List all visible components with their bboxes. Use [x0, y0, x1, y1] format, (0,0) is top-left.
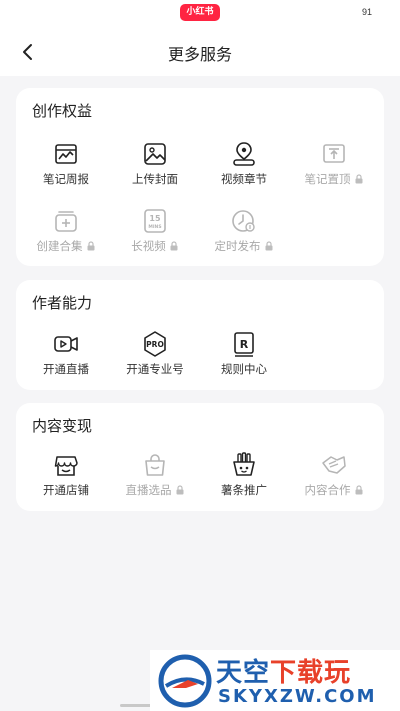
page-title: 更多服务: [167, 45, 232, 64]
video-chapter-icon: [229, 139, 259, 169]
image-upload-icon: [140, 139, 170, 169]
pin-top-icon: [319, 139, 349, 169]
status-bar: 小红书 91: [0, 0, 400, 26]
service-label: 定时发布: [214, 239, 261, 253]
section-title: 内容变现: [32, 417, 93, 435]
service-label: 规则中心: [221, 362, 267, 376]
service-create-collection[interactable]: 创建合集: [20, 206, 112, 264]
section-title: 创作权益: [32, 102, 93, 120]
collection-icon: [51, 206, 81, 236]
section-content-monetization: 内容变现 开通店铺 直播选品 薯条推广 内容合作: [16, 403, 384, 511]
watermark-main-right: 下载玩: [270, 658, 352, 688]
service-upload-cover[interactable]: 上传封面: [109, 139, 201, 197]
pro-account-icon: PRO: [140, 329, 170, 359]
lock-icon: [175, 485, 185, 495]
lock-icon: [354, 174, 364, 184]
lock-icon: [169, 241, 179, 251]
svg-text:PRO: PRO: [146, 340, 164, 349]
live-icon: [51, 329, 81, 359]
service-note-weekly-report[interactable]: 笔记周报: [20, 139, 112, 197]
service-label: 上传封面: [132, 172, 178, 186]
svg-text:15: 15: [149, 214, 161, 223]
report-icon: [51, 139, 81, 169]
long-video-icon: 15 MINS: [140, 206, 170, 236]
service-scheduled-publish[interactable]: 定时发布: [198, 206, 290, 264]
shopping-bag-icon: [140, 450, 170, 480]
service-rules-center[interactable]: R 规则中心: [198, 329, 290, 387]
svg-text:R: R: [240, 338, 249, 351]
nav-bar: 更多服务: [0, 26, 400, 76]
scheduled-publish-icon: [229, 206, 259, 236]
cooperation-icon: [319, 450, 349, 480]
service-content-cooperation[interactable]: 内容合作: [288, 450, 380, 508]
watermark-main-left: 天空: [216, 658, 271, 688]
service-label: 开通直播: [43, 362, 89, 376]
service-open-live[interactable]: 开通直播: [20, 329, 112, 387]
service-live-selection[interactable]: 直播选品: [109, 450, 201, 508]
shop-icon: [51, 450, 81, 480]
section-author-abilities: 作者能力 开通直播 PRO 开通专业号 R 规则中心: [16, 280, 384, 390]
service-label: 视频章节: [221, 172, 267, 186]
fries-promo-icon: [229, 450, 259, 480]
service-pro-account[interactable]: PRO 开通专业号: [109, 329, 201, 387]
watermark-sub: SKYXZW.COM: [218, 686, 377, 707]
service-label: 开通店铺: [43, 483, 89, 497]
app-badge: 小红书: [180, 4, 220, 21]
service-label: 笔记置顶: [304, 172, 351, 186]
service-label: 笔记周报: [43, 172, 89, 186]
section-title: 作者能力: [32, 294, 93, 312]
service-fries-promotion[interactable]: 薯条推广: [198, 450, 290, 508]
svg-text:MINS: MINS: [148, 224, 161, 230]
service-label: 薯条推广: [221, 483, 267, 497]
service-label: 创建合集: [36, 239, 83, 253]
battery-level: 91: [361, 7, 372, 17]
service-label: 内容合作: [304, 483, 351, 497]
rules-icon: R: [229, 329, 259, 359]
watermark-main: 天空下载玩: [216, 652, 351, 689]
service-long-video[interactable]: 15 MINS 长视频: [109, 206, 201, 264]
service-label: 长视频: [131, 239, 166, 253]
watermark-logo: [158, 654, 212, 708]
service-label: 直播选品: [125, 483, 172, 497]
lock-icon: [264, 241, 274, 251]
lock-icon: [86, 241, 96, 251]
lock-icon: [354, 485, 364, 495]
watermark: 天空下载玩 SKYXZW.COM: [150, 650, 400, 711]
service-label: 开通专业号: [126, 362, 184, 376]
service-open-shop[interactable]: 开通店铺: [20, 450, 112, 508]
section-creator-rights: 创作权益 笔记周报 上传封面 视频章节 笔记置顶 创建合集 15 MINS 长视…: [16, 88, 384, 266]
service-video-chapter[interactable]: 视频章节: [198, 139, 290, 197]
service-pin-note[interactable]: 笔记置顶: [288, 139, 380, 197]
